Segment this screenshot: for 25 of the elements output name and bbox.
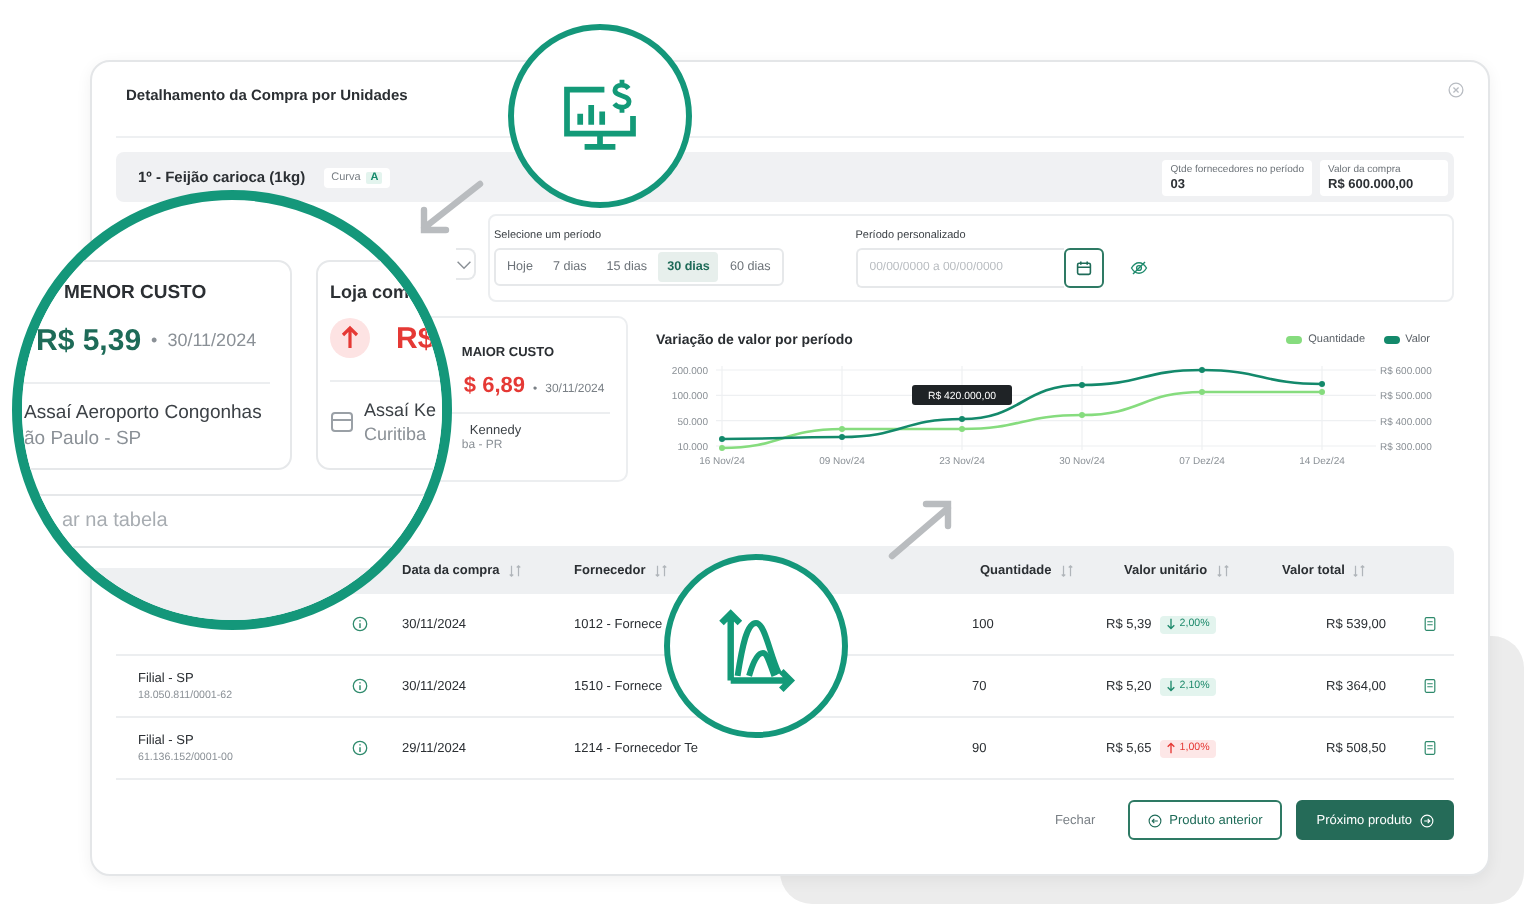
arrow-left-circle-icon — [1147, 813, 1162, 827]
tooltip — [912, 385, 1012, 405]
store-city: ão Paulo - SP — [24, 428, 144, 450]
info-icon[interactable] — [352, 678, 368, 694]
store-dropdown[interactable] — [456, 248, 476, 280]
price-value: R$ 5,39 — [36, 323, 142, 357]
store-name: Assaí Ke — [364, 400, 437, 420]
eye-off-icon[interactable] — [1129, 259, 1148, 275]
document-icon[interactable] — [1424, 740, 1436, 756]
separator-dot: • — [151, 330, 158, 350]
info-icon[interactable] — [352, 740, 368, 756]
price-value: $ 6,89 — [463, 374, 526, 398]
arrow-right-circle-icon — [1420, 813, 1434, 827]
chevron-down-icon — [456, 259, 472, 269]
store-city: Curitiba — [364, 424, 429, 444]
price-date: 30/11/2024 — [167, 330, 257, 350]
store-icon — [330, 410, 354, 434]
calendar-button[interactable] — [1063, 247, 1104, 287]
card-title: MENOR CUSTO — [64, 282, 209, 304]
store-name: Assaí Aeroporto Congonhas — [24, 402, 264, 424]
arrow-up-icon — [330, 318, 370, 358]
document-icon[interactable] — [1424, 616, 1436, 632]
calendar-icon — [1075, 259, 1092, 275]
document-icon[interactable] — [1424, 678, 1436, 694]
info-icon[interactable] — [352, 616, 368, 632]
